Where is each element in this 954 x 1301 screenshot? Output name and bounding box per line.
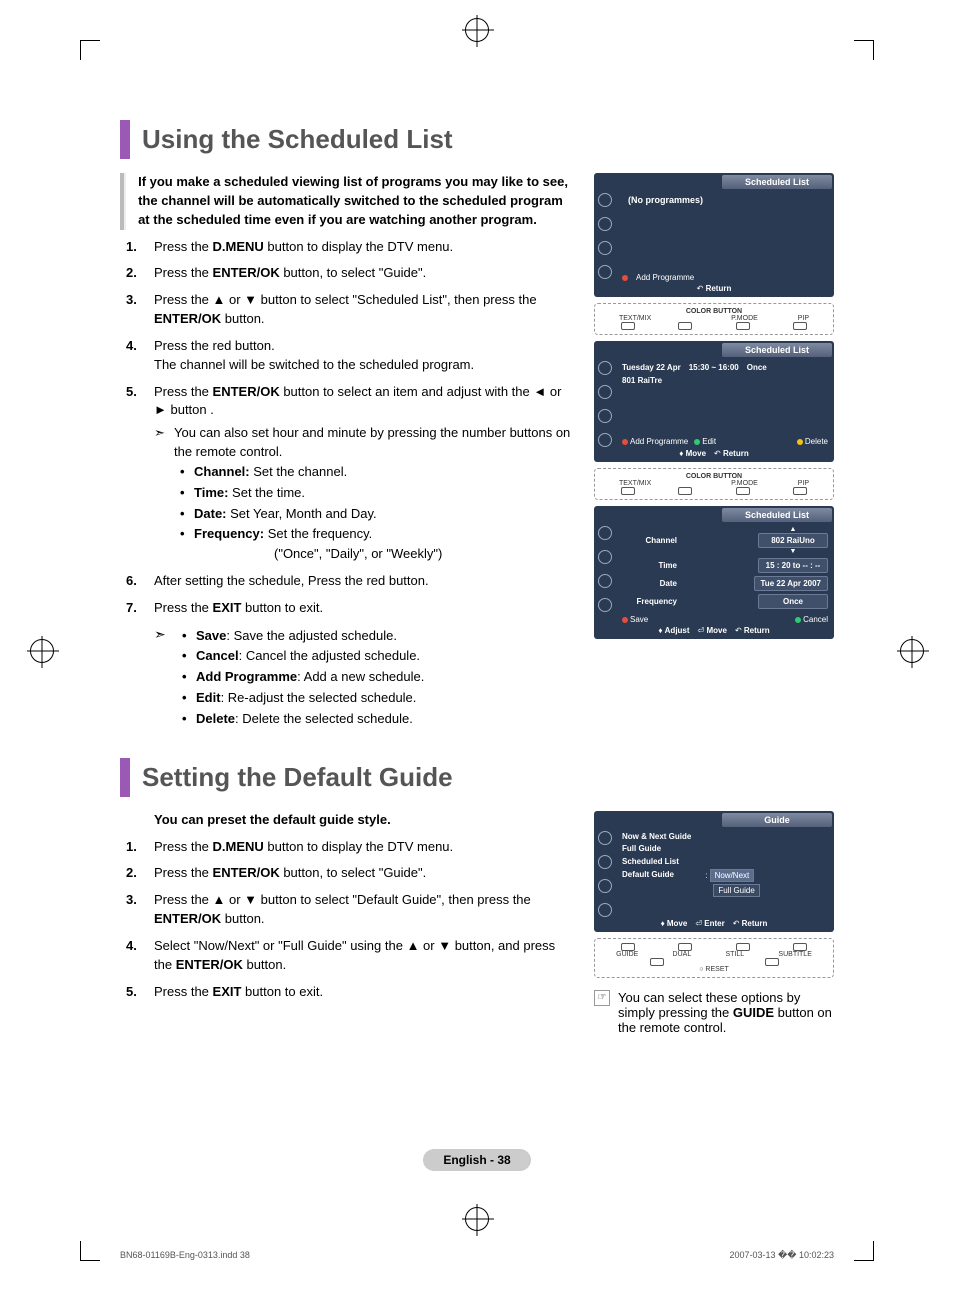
- step2-2: Press the ENTER/OK button, to select "Gu…: [154, 864, 576, 883]
- remote-strip-color: COLOR BUTTON TEXT/MIX P.MODE PIP: [594, 303, 834, 335]
- osd-scheduled-edit: Scheduled List Channel ▲802 RaiUno▼ Time…: [594, 506, 834, 639]
- crop-mark: [854, 40, 874, 60]
- step-3: Press the ▲ or ▼ button to select "Sched…: [154, 291, 576, 329]
- section-heading-2: Setting the Default Guide: [120, 758, 834, 797]
- step-2: Press the ENTER/OK button, to select "Gu…: [154, 264, 576, 283]
- osd-scheduled-one: Scheduled List Tuesday 22 Apr15:30 ~ 16:…: [594, 341, 834, 462]
- step-6: After setting the schedule, Press the re…: [154, 572, 576, 591]
- step2-1: Press the D.MENU button to display the D…: [154, 838, 576, 857]
- section-heading: Using the Scheduled List: [120, 120, 834, 159]
- registration-mark: [465, 18, 489, 42]
- hand-icon: ☞: [594, 990, 610, 1006]
- step2-4: Select "Now/Next" or "Full Guide" using …: [154, 937, 576, 975]
- crop-mark: [80, 40, 100, 60]
- arrow-icon: ➣: [154, 626, 174, 643]
- page-number: English - 38: [120, 1149, 834, 1171]
- crop-mark: [80, 1241, 100, 1261]
- registration-mark: [465, 1207, 489, 1231]
- step-1: Press the D.MENU button to display the D…: [154, 238, 576, 257]
- step2-3: Press the ▲ or ▼ button to select "Defau…: [154, 891, 576, 929]
- step-5: Press the ENTER/OK button to select an i…: [154, 383, 576, 564]
- step-4: Press the red button. The channel will b…: [154, 337, 576, 375]
- intro-text: If you make a scheduled viewing list of …: [138, 173, 576, 230]
- osd-guide: Guide Now & Next Guide Full Guide Schedu…: [594, 811, 834, 932]
- remote-strip-guide: GUIDE DUAL STILL SUBTITLE ○ RESET: [594, 938, 834, 978]
- step-7: Press the EXIT button to exit.: [154, 599, 576, 618]
- osd-scheduled-empty: Scheduled List (No programmes) Add Progr…: [594, 173, 834, 297]
- registration-mark: [30, 639, 54, 663]
- registration-mark: [900, 639, 924, 663]
- intro-text-2: You can preset the default guide style.: [154, 811, 576, 830]
- step2-5: Press the EXIT button to exit.: [154, 983, 576, 1002]
- crop-mark: [854, 1241, 874, 1261]
- remote-strip-color-2: COLOR BUTTON TEXT/MIX P.MODE PIP: [594, 468, 834, 500]
- print-meta: BN68-01169B-Eng-0313.indd 38 2007-03-13 …: [120, 1250, 834, 1261]
- note-guide-button: ☞ You can select these options by simply…: [594, 990, 834, 1035]
